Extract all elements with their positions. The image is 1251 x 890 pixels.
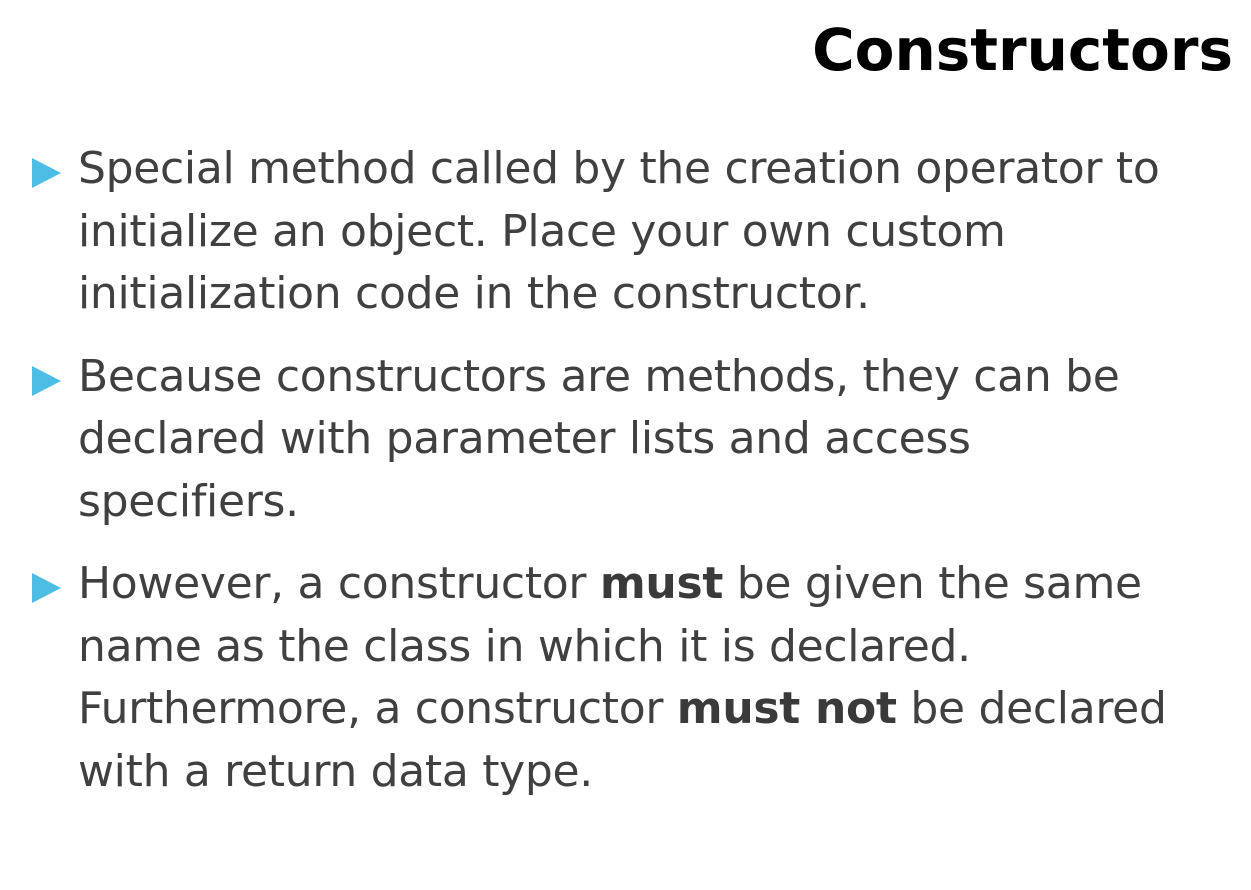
slide-title: Constructors bbox=[812, 16, 1233, 84]
bullet-text-line: declared with parameter lists and access bbox=[78, 413, 971, 464]
bullet-text-segment: However, a constructor bbox=[78, 558, 600, 609]
bullet-list: Special method called by the creation op… bbox=[0, 138, 1251, 823]
triangle-right-icon bbox=[32, 365, 61, 396]
triangle-right-icon bbox=[32, 158, 61, 188]
bullet-text-line: Because constructors are methods, they c… bbox=[78, 350, 1120, 402]
bullet-item: Special method called by the creation op… bbox=[0, 138, 1251, 326]
bullet-text-segment: be given the same bbox=[723, 558, 1142, 609]
bullet-text-segment: be declared bbox=[896, 683, 1167, 734]
emphasis-text: must bbox=[599, 558, 724, 609]
slide: Constructors Special method called by th… bbox=[0, 0, 1251, 890]
bullet-text-line: name as the class in which it is declare… bbox=[78, 620, 971, 672]
bullet-text-line: Special method called by the creation op… bbox=[78, 143, 1160, 194]
bullet-item: However, a constructor must be given the… bbox=[0, 553, 1251, 803]
triangle-right-icon bbox=[32, 573, 61, 603]
bullet-text-line: Furthermore, a constructor must not be d… bbox=[78, 678, 1243, 741]
bullet-text-line: initialization code in the constructor. bbox=[78, 268, 870, 319]
emphasis-text: must not bbox=[676, 683, 897, 734]
bullet-item: Because constructors are methods, they c… bbox=[0, 346, 1251, 534]
bullet-text-line: However, a constructor must be given the… bbox=[78, 553, 1243, 616]
bullet-text-segment: Furthermore, a constructor bbox=[78, 683, 677, 734]
bullet-text-line: with a return data type. bbox=[78, 745, 593, 797]
bullet-text-line: specifiers. bbox=[78, 475, 299, 527]
bullet-text-line: initialize an object. Place your own cus… bbox=[78, 205, 1006, 257]
